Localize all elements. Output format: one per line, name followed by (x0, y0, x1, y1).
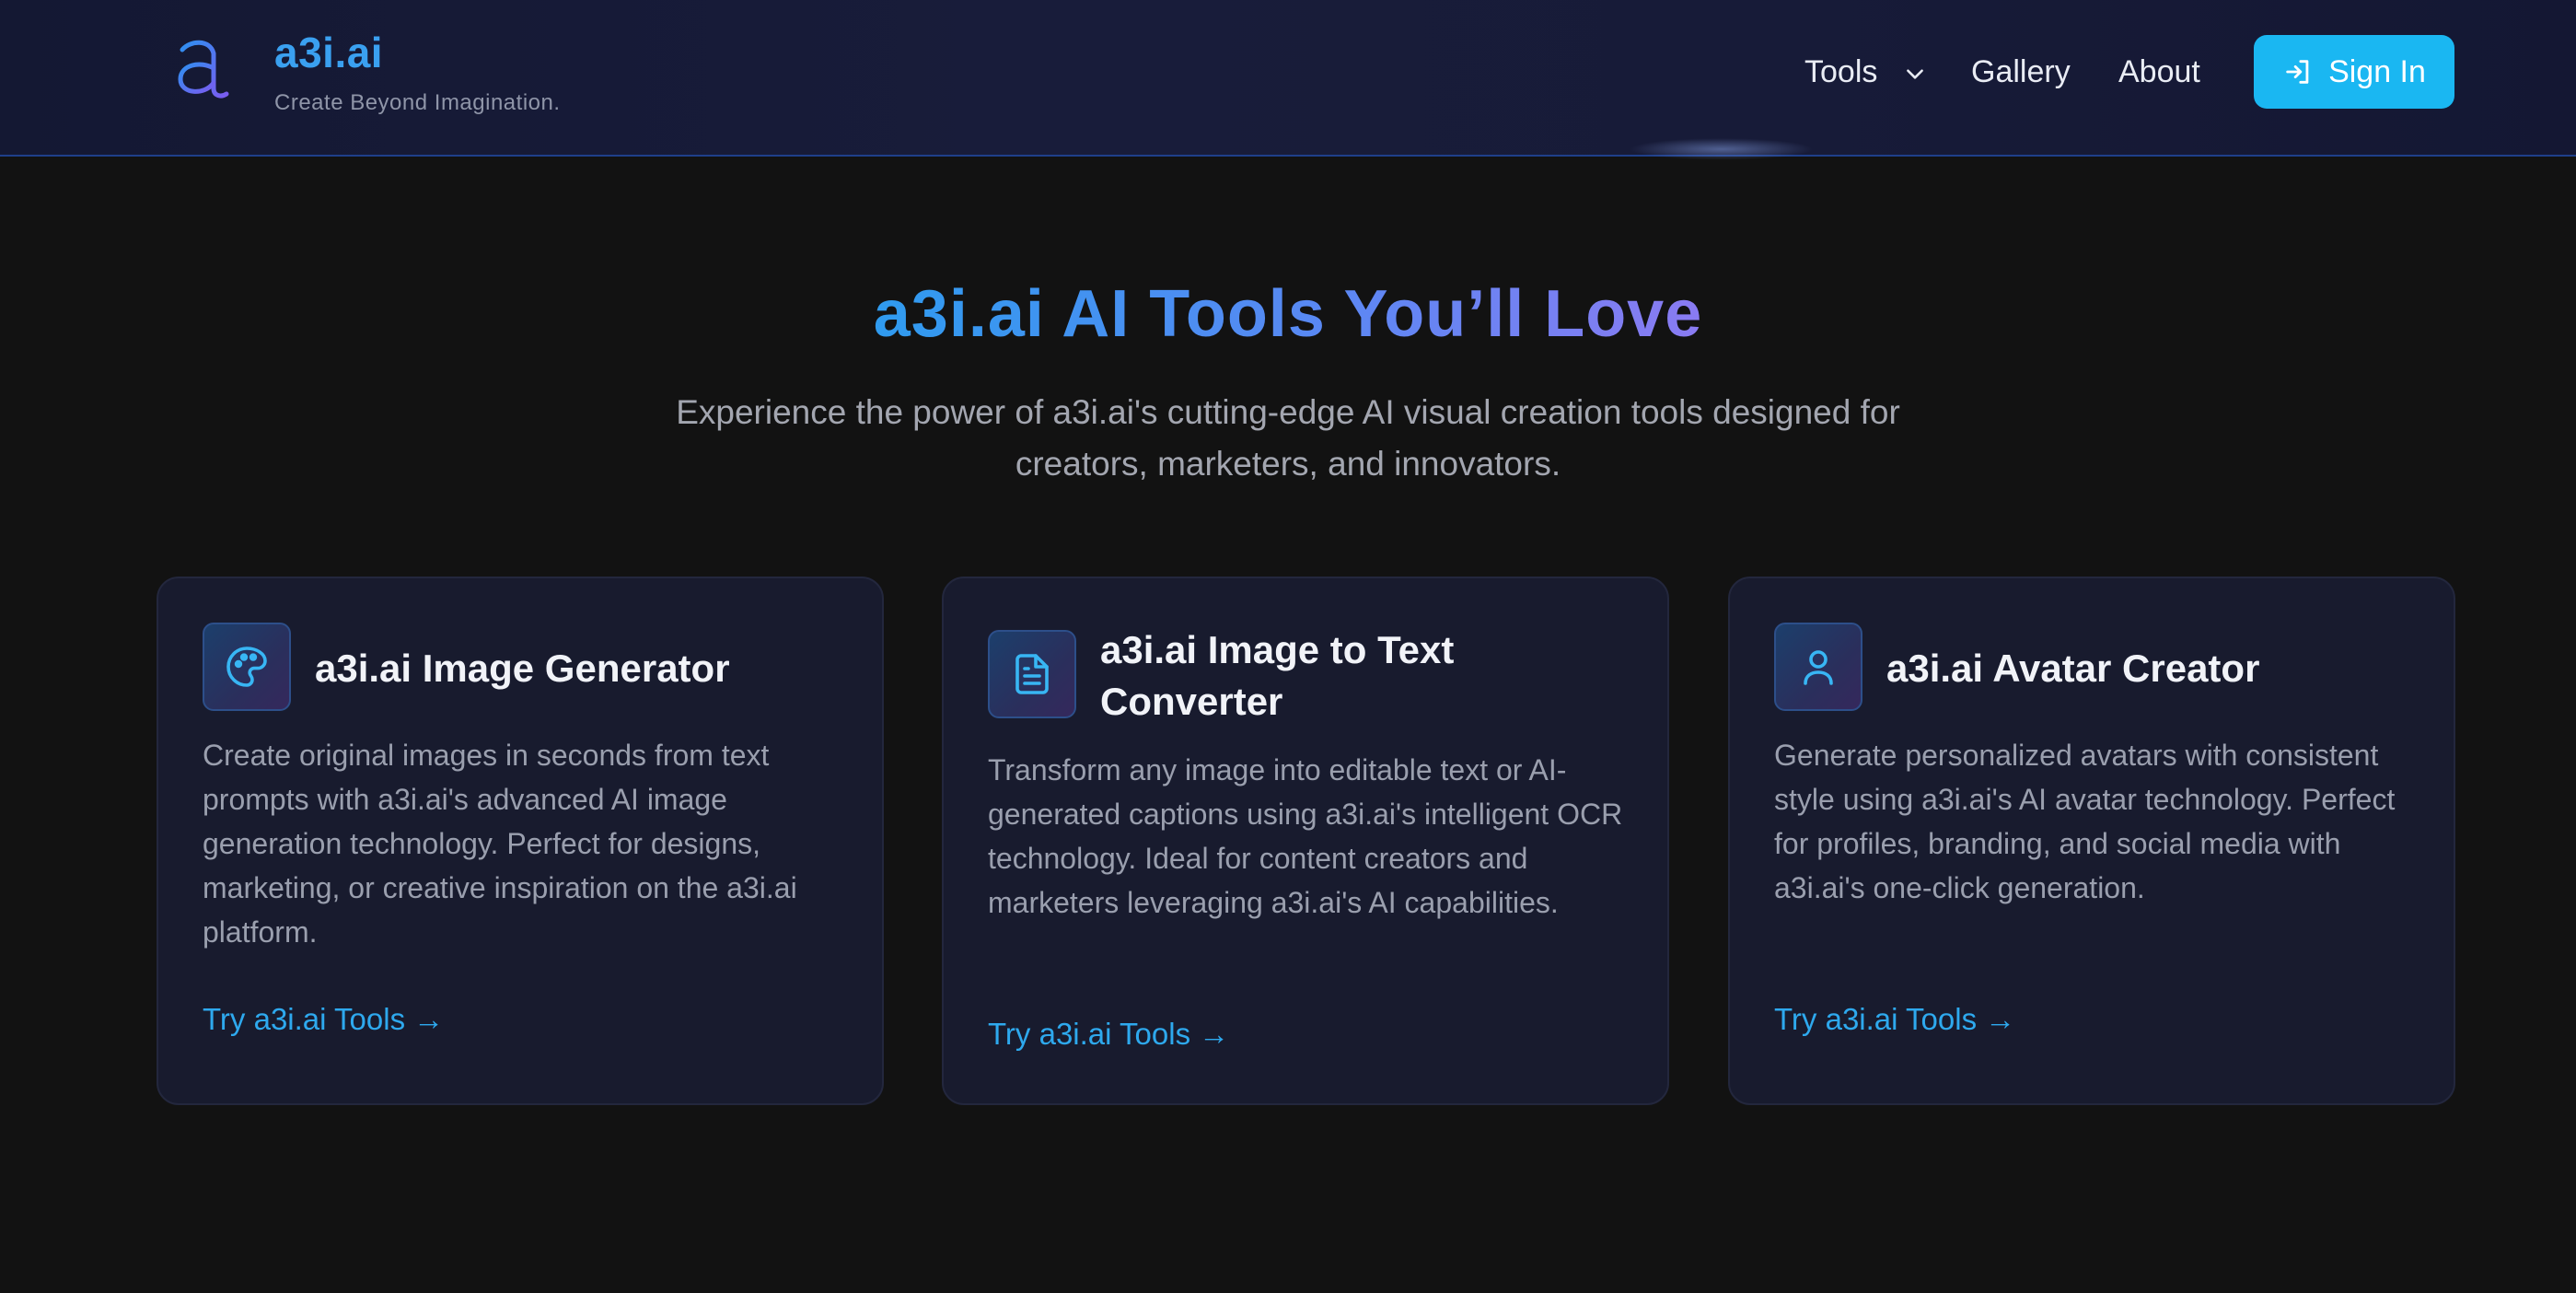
card-description: Create original images in seconds from t… (203, 739, 797, 949)
header-glow-decoration (1630, 138, 1814, 160)
user-icon (1774, 623, 1862, 711)
logo-mark[interactable] (173, 37, 230, 101)
chevron-down-icon (1906, 69, 1923, 79)
hero-subtitle-line-1: Experience the power of a3i.ai's cutting… (676, 393, 1900, 431)
nav-about-link[interactable]: About (2118, 52, 2200, 92)
sign-in-button[interactable]: Sign In (2254, 35, 2454, 109)
nav-tools-label: Tools (1804, 54, 1878, 89)
page-title: a3i.ai AI Tools You’ll Love (0, 276, 2576, 352)
card-title: a3i.ai Avatar Creator (1886, 646, 2260, 690)
document-icon (988, 630, 1076, 718)
page-title-text: a3i.ai AI Tools You’ll Love (873, 277, 1703, 351)
card-description: Transform any image into editable text o… (988, 753, 1623, 919)
sign-in-icon (2286, 60, 2309, 84)
sign-in-label: Sign In (2328, 53, 2426, 89)
try-tools-link[interactable]: Try a3i.ai Tools → (988, 1017, 1229, 1052)
tool-card-image-to-text: a3i.ai Image to Text Converter Transform… (942, 577, 1669, 1105)
brand-tagline: Create Beyond Imagination. (274, 90, 561, 115)
palette-icon (203, 623, 291, 711)
site-header: a3i.ai Create Beyond Imagination. Tools … (0, 0, 2576, 160)
card-title: a3i.ai Image to Text Converter (1100, 628, 1455, 723)
try-tools-link[interactable]: Try a3i.ai Tools → (1774, 1002, 2015, 1037)
hero-subtitle: Experience the power of a3i.ai's cutting… (0, 387, 2576, 490)
hero-subtitle-line-2: creators, marketers, and innovators. (1015, 445, 1561, 483)
tool-card-image-generator: a3i.ai Image Generator Create original i… (157, 577, 884, 1105)
card-title: a3i.ai Image Generator (315, 646, 730, 690)
brand-name[interactable]: a3i.ai (274, 28, 383, 77)
nav-tools-dropdown[interactable]: Tools (1804, 52, 1927, 92)
try-tools-link[interactable]: Try a3i.ai Tools → (203, 1002, 444, 1037)
nav-gallery-link[interactable]: Gallery (1971, 52, 2071, 92)
tool-card-avatar-creator: a3i.ai Avatar Creator Generate personali… (1728, 577, 2455, 1105)
card-description: Generate personalized avatars with consi… (1774, 739, 2396, 904)
